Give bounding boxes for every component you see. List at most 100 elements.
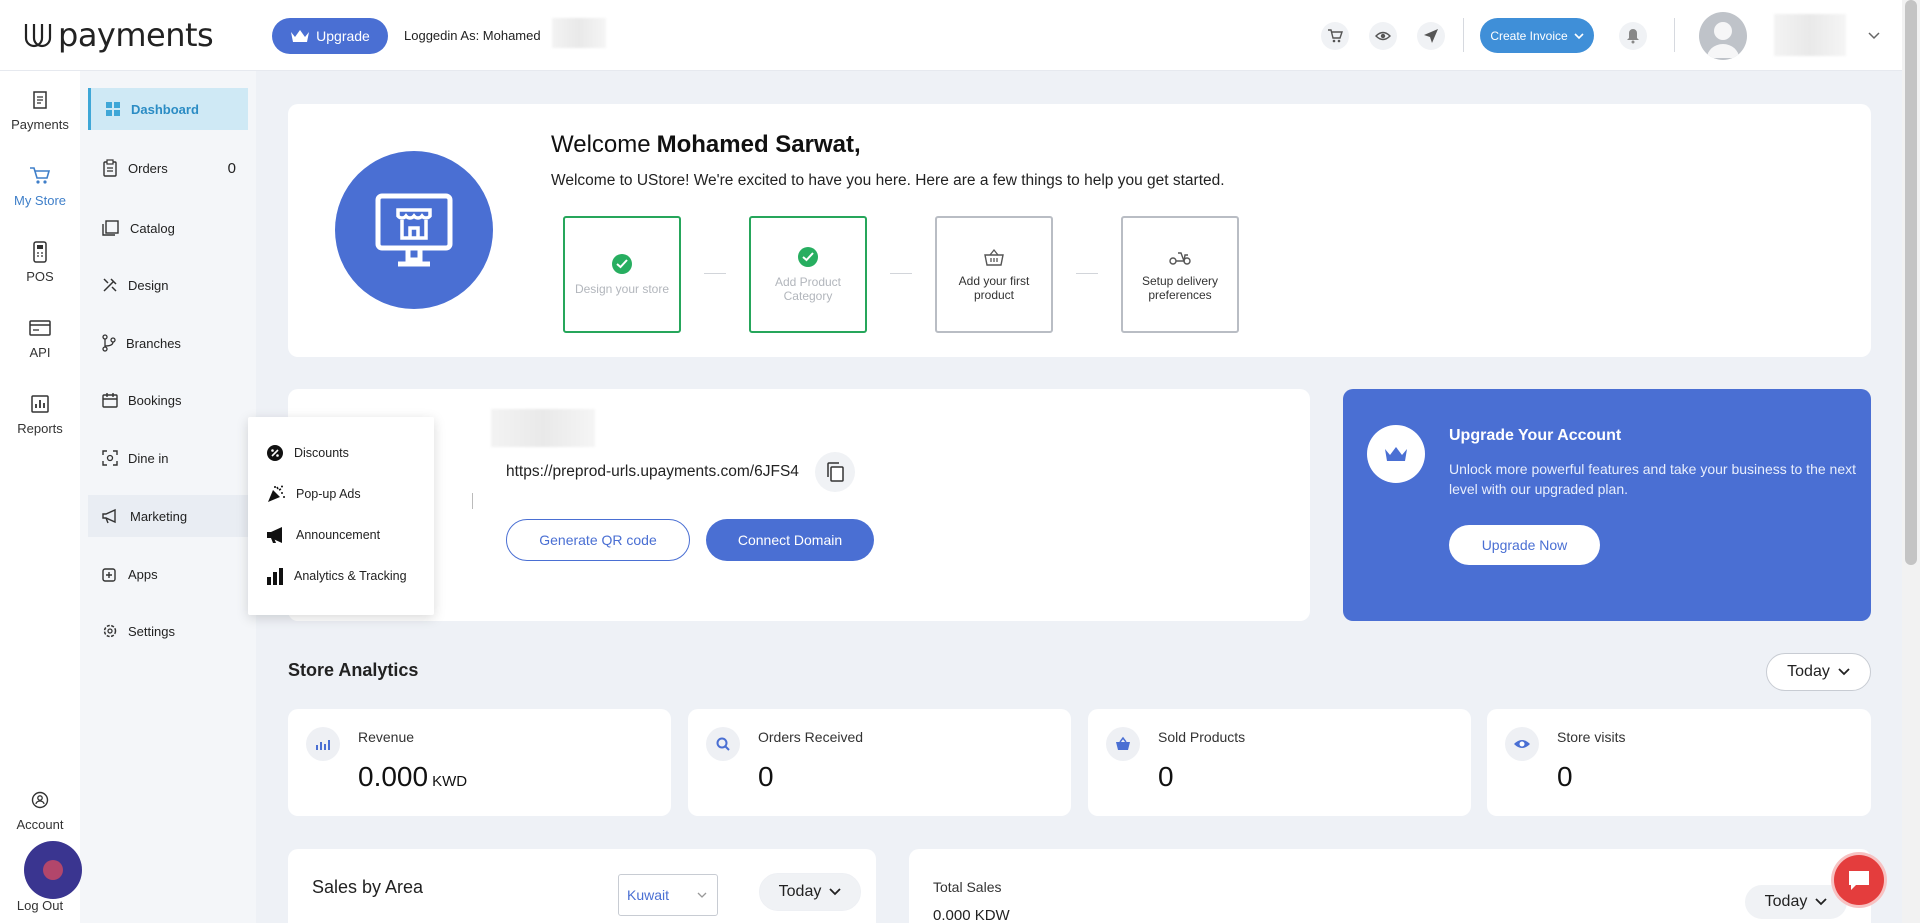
sub-item-design[interactable]: Design [88,264,248,306]
top-divider [1463,18,1464,52]
help-widget-button[interactable] [1834,855,1884,905]
sub-item-label: Orders [128,160,168,176]
rail-item-logout[interactable]: Log Out [0,898,80,913]
logo-text: payments [58,16,214,54]
bell-icon[interactable] [1619,22,1647,50]
popover-label: Pop-up Ads [296,487,361,501]
eye-icon[interactable] [1369,22,1397,50]
period-label: Today [1787,663,1830,680]
rail-label: Reports [17,421,63,436]
check-icon [798,246,818,267]
orders-count: 0 [227,159,236,177]
store-url[interactable]: https://preprod-urls.upayments.com/6JFS4 [506,463,799,481]
clipboard-icon [103,159,117,177]
chevron-down-icon [1574,32,1584,39]
crown-icon [1385,447,1407,461]
chart-icon [306,727,340,761]
sub-item-label: Bookings [128,392,182,408]
store-submenu: Dashboard Orders 0 Catalog Design Branch… [80,71,256,923]
period-label: Today [1764,893,1808,910]
sub-item-branches[interactable]: Branches [88,322,248,364]
catalog-icon [102,220,119,236]
vertical-divider [472,493,473,509]
chevron-down-icon[interactable] [1868,30,1880,40]
generate-qr-button[interactable]: Generate QR code [506,519,690,561]
logo-icon [24,24,52,48]
sub-item-catalog[interactable]: Catalog [88,207,248,249]
party-icon [268,485,285,502]
grid-icon [106,102,120,116]
avatar[interactable] [1699,12,1747,60]
redacted-store-name [491,409,595,447]
scrollbar-thumb[interactable] [1905,0,1917,565]
rail-item-pos[interactable]: POS [0,241,80,284]
pos-icon [29,241,51,263]
upgrade-now-button[interactable]: Upgrade Now [1449,525,1600,565]
popover-item-discounts[interactable]: Discounts [266,442,349,464]
sales-by-area-title: Sales by Area [312,877,424,897]
step-design-store[interactable]: Design your store [563,216,681,333]
rail-item-my-store[interactable]: My Store [0,165,80,208]
sub-item-bookings[interactable]: Bookings [88,379,248,421]
popover-label: Announcement [296,528,381,542]
sub-item-orders[interactable]: Orders 0 [88,147,248,189]
stat-card-revenue: Revenue 0.000 KWD [288,709,671,816]
chevron-down-icon [1815,898,1827,906]
upgrade-label: Upgrade [316,28,370,44]
sales-by-area-card: Sales by Area Kuwait Today [288,849,876,923]
sub-item-apps[interactable]: Apps [88,553,248,595]
copy-url-button[interactable] [815,452,855,492]
sub-item-marketing[interactable]: Marketing [88,495,248,537]
popover-item-popup-ads[interactable]: Pop-up Ads [266,483,361,505]
chat-widget-button[interactable] [24,841,82,899]
sub-item-label: Apps [128,566,158,582]
sub-item-dine-in[interactable]: Dine in [88,437,248,479]
scooter-icon [1169,251,1191,265]
crown-icon [291,30,310,42]
top-divider-2 [1674,18,1675,52]
step-add-category[interactable]: Add Product Category [749,216,867,333]
design-icon [103,278,117,292]
rail-item-reports[interactable]: Reports [0,393,80,436]
basket-icon [1106,727,1140,761]
step-label: Add your first product [958,273,1030,302]
sales-period-select[interactable]: Today [759,873,861,911]
step-add-product[interactable]: Add your first product [935,216,1053,333]
create-invoice-label: Create Invoice [1490,28,1568,43]
cart-icon[interactable] [1321,22,1349,50]
connect-domain-button[interactable]: Connect Domain [706,519,874,561]
logo[interactable]: payments [22,16,214,54]
rail-item-account[interactable]: Account [0,789,80,832]
welcome-subtitle: Welcome to UStore! We're excited to have… [551,172,1225,189]
create-invoice-button[interactable]: Create Invoice [1480,18,1594,53]
total-sales-value: 0.000 KDW [933,907,1010,923]
step-separator [1076,273,1098,274]
sub-item-settings[interactable]: Settings [88,610,248,652]
rail-item-payments[interactable]: Payments [0,89,80,132]
upgrade-button[interactable]: Upgrade [272,18,388,54]
popover-item-announcement[interactable]: Announcement [266,524,380,546]
popover-item-analytics[interactable]: Analytics & Tracking [266,565,407,587]
total-sales-period-select[interactable]: Today [1745,885,1847,919]
sub-item-label: Design [128,277,169,293]
rail-label: My Store [13,193,66,208]
rail-item-api[interactable]: API [0,317,80,360]
top-bar: payments Upgrade Loggedin As: Mohamed Cr… [0,0,1902,71]
welcome-card: Welcome Mohamed Sarwat, Welcome to UStore… [288,104,1871,357]
country-select[interactable]: Kuwait [618,874,718,916]
popover-label: Analytics & Tracking [294,569,407,583]
period-label: Today [778,883,822,900]
sub-item-dashboard[interactable]: Dashboard [88,88,248,130]
step-delivery[interactable]: Setup delivery preferences [1121,216,1239,333]
analytics-period-select[interactable]: Today [1766,653,1871,691]
sub-item-label: Catalog [130,220,175,236]
stat-label: Revenue [358,729,415,745]
left-rail: Payments My Store POS API Reports Accoun… [0,71,80,923]
redacted-name [552,18,606,48]
reports-icon [29,393,51,415]
chevron-down-icon [1838,668,1850,676]
basket-icon [984,248,1004,266]
upgrade-account-card: Upgrade Your Account Unlock more powerfu… [1343,389,1871,621]
welcome-user-name: Mohamed Sarwat, [656,131,861,158]
send-icon[interactable] [1417,22,1445,50]
